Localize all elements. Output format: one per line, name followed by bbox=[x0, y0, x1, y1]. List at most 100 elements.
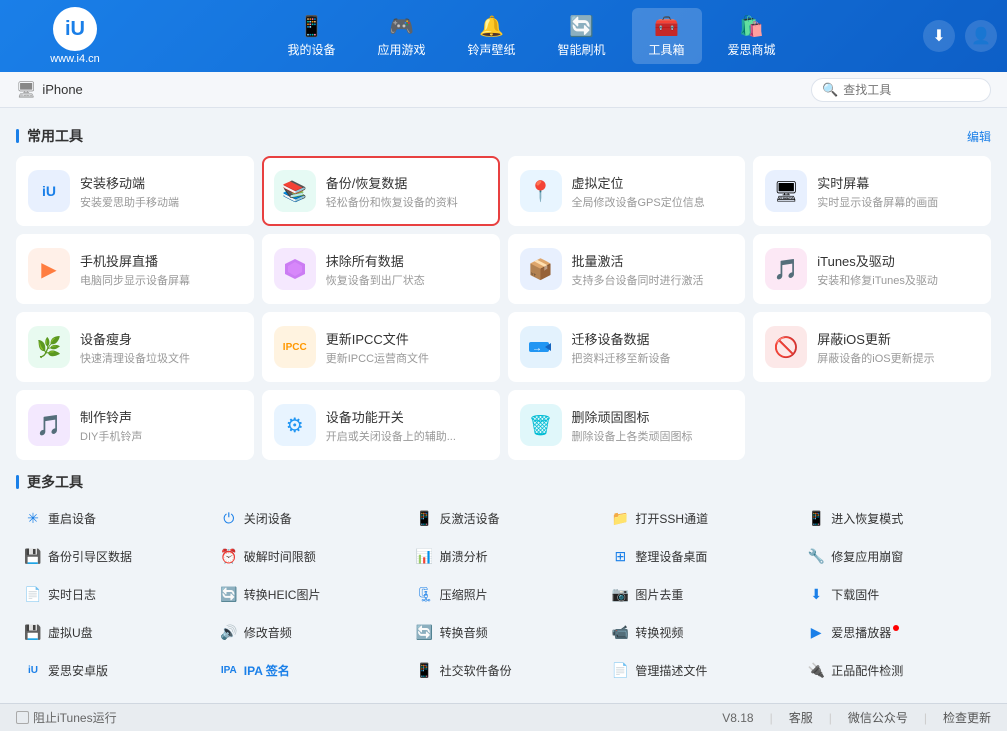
footer: 阻止iTunes运行 V8.18 | 客服 | 微信公众号 | 检查更新 bbox=[0, 703, 1007, 731]
tool-item-phone-mirror[interactable]: ▶ 手机投屏直播 电脑同步显示设备屏幕 bbox=[16, 234, 254, 304]
mini-icon-convert-heic: 🔄 bbox=[220, 585, 238, 603]
mini-tool-download-firmware[interactable]: ⬇ 下载固件 bbox=[799, 578, 991, 610]
customer-service-link[interactable]: 客服 bbox=[789, 709, 813, 726]
mini-tool-dedup-photo[interactable]: 📷 图片去重 bbox=[603, 578, 795, 610]
search-box[interactable]: 🔍 bbox=[811, 78, 991, 102]
tool-item-device-function[interactable]: ⚙ 设备功能开关 开启或关闭设备上的辅助... bbox=[262, 390, 500, 460]
mini-icon-shutdown: ⏻ bbox=[220, 509, 238, 527]
mini-label-aisi-android: 爱思安卓版 bbox=[48, 662, 108, 679]
mini-label-convert-audio: 转换音频 bbox=[440, 624, 488, 641]
tool-desc-itunes-driver: 安装和修复iTunes及驱动 bbox=[817, 272, 979, 288]
search-input[interactable] bbox=[843, 83, 983, 97]
block-itunes-checkbox[interactable] bbox=[16, 711, 29, 724]
mini-tool-ipa-sign[interactable]: IPA IPA 签名 bbox=[212, 654, 404, 686]
mini-tool-realtime-log[interactable]: 📄 实时日志 bbox=[16, 578, 208, 610]
mini-label-realtime-log: 实时日志 bbox=[48, 586, 96, 603]
nav-item-store[interactable]: 🛍️爱思商城 bbox=[712, 8, 792, 64]
check-update-link[interactable]: 检查更新 bbox=[943, 709, 991, 726]
tool-item-batch-activate[interactable]: 📦 批量激活 支持多台设备同时进行激活 bbox=[508, 234, 746, 304]
mini-tool-convert-heic[interactable]: 🔄 转换HEIC图片 bbox=[212, 578, 404, 610]
mini-tool-fix-app-crash[interactable]: 🔧 修复应用崩窗 bbox=[799, 540, 991, 572]
download-button[interactable]: ⬇ bbox=[923, 20, 955, 52]
mini-tool-genuine-check[interactable]: 🔌 正品配件检测 bbox=[799, 654, 991, 686]
mini-tool-virtual-udisk[interactable]: 💾 虚拟U盘 bbox=[16, 616, 208, 648]
user-button[interactable]: 👤 bbox=[965, 20, 997, 52]
nav-bar: 📱我的设备🎮应用游戏🔔铃声壁纸🔄智能刷机🧰工具箱🛍️爱思商城 bbox=[140, 8, 923, 64]
footer-left: 阻止iTunes运行 bbox=[16, 709, 117, 726]
toolbox-icon: 🧰 bbox=[654, 14, 679, 39]
mini-tool-modify-audio[interactable]: 🔊 修改音频 bbox=[212, 616, 404, 648]
divider1: | bbox=[770, 711, 773, 725]
nav-item-ringtones[interactable]: 🔔铃声壁纸 bbox=[451, 8, 531, 64]
tool-item-migrate-data[interactable]: → 迁移设备数据 把资料迁移至新设备 bbox=[508, 312, 746, 382]
mini-label-break-time: 破解时间限额 bbox=[244, 548, 316, 565]
edit-button[interactable]: 编辑 bbox=[967, 128, 991, 145]
tool-info-phone-mirror: 手机投屏直播 电脑同步显示设备屏幕 bbox=[80, 251, 242, 288]
mini-icon-aisi-android: iU bbox=[24, 661, 42, 679]
tool-desc-real-screen: 实时显示设备屏幕的画面 bbox=[817, 194, 979, 210]
tool-item-backup-restore[interactable]: 📚 备份/恢复数据 轻松备份和恢复设备的资料 bbox=[262, 156, 500, 226]
tool-name-phone-mirror: 手机投屏直播 bbox=[80, 251, 242, 270]
tool-item-block-ios-update[interactable]: 🚫 屏蔽iOS更新 屏蔽设备的iOS更新提示 bbox=[753, 312, 991, 382]
mini-tool-sort-desktop[interactable]: ⊞ 整理设备桌面 bbox=[603, 540, 795, 572]
tool-item-real-screen[interactable]: 🖥 实时屏幕 实时显示设备屏幕的画面 bbox=[753, 156, 991, 226]
tool-icon-install-app: iU bbox=[28, 170, 70, 212]
mini-tool-aisi-android[interactable]: iU 爱思安卓版 bbox=[16, 654, 208, 686]
tool-desc-backup-restore: 轻松备份和恢复设备的资料 bbox=[326, 194, 488, 210]
tool-item-delete-stubborn[interactable]: 🗑 删除顽固图标 删除设备上各类顽固图标 bbox=[508, 390, 746, 460]
tool-info-itunes-driver: iTunes及驱动 安装和修复iTunes及驱动 bbox=[817, 251, 979, 288]
mini-icon-break-time: ⏰ bbox=[220, 547, 238, 565]
tool-name-device-slim: 设备瘦身 bbox=[80, 329, 242, 348]
tool-desc-wipe-data: 恢复设备到出厂状态 bbox=[326, 272, 488, 288]
nav-item-my-device[interactable]: 📱我的设备 bbox=[271, 8, 351, 64]
tool-name-device-function: 设备功能开关 bbox=[326, 407, 488, 426]
tool-info-batch-activate: 批量激活 支持多台设备同时进行激活 bbox=[572, 251, 734, 288]
mini-icon-convert-audio: 🔄 bbox=[416, 623, 434, 641]
mini-tool-convert-audio[interactable]: 🔄 转换音频 bbox=[408, 616, 600, 648]
tool-icon-make-ringtone: 🎵 bbox=[28, 404, 70, 446]
common-tools-title: 常用工具 bbox=[16, 126, 83, 146]
wechat-link[interactable]: 微信公众号 bbox=[848, 709, 908, 726]
tool-desc-block-ios-update: 屏蔽设备的iOS更新提示 bbox=[817, 350, 979, 366]
main-content: 常用工具 编辑 iU 安装移动端 安装爱思助手移动端 📚 备份/恢复数据 轻松备… bbox=[0, 108, 1007, 703]
tool-name-itunes-driver: iTunes及驱动 bbox=[817, 251, 979, 270]
mini-tool-ssh[interactable]: 📁 打开SSH通道 bbox=[603, 502, 795, 534]
mini-tool-aisi-player[interactable]: ▶ 爱思播放器 bbox=[799, 616, 991, 648]
mini-tool-reboot[interactable]: ✳ 重启设备 bbox=[16, 502, 208, 534]
mini-icon-manage-profiles: 📄 bbox=[611, 661, 629, 679]
mini-tool-convert-video[interactable]: 📹 转换视频 bbox=[603, 616, 795, 648]
tool-item-install-app[interactable]: iU 安装移动端 安装爱思助手移动端 bbox=[16, 156, 254, 226]
mini-tool-social-backup[interactable]: 📱 社交软件备份 bbox=[408, 654, 600, 686]
mini-tool-deactivate[interactable]: 📱 反激活设备 bbox=[408, 502, 600, 534]
tool-item-itunes-driver[interactable]: 🎵 iTunes及驱动 安装和修复iTunes及驱动 bbox=[753, 234, 991, 304]
mini-tool-break-time[interactable]: ⏰ 破解时间限额 bbox=[212, 540, 404, 572]
tool-name-batch-activate: 批量激活 bbox=[572, 251, 734, 270]
mini-tool-manage-profiles[interactable]: 📄 管理描述文件 bbox=[603, 654, 795, 686]
mini-tool-backup-guide[interactable]: 💾 备份引导区数据 bbox=[16, 540, 208, 572]
logo-url: www.i4.cn bbox=[50, 53, 100, 65]
mini-icon-ipa-sign: IPA bbox=[220, 661, 238, 679]
tool-name-block-ios-update: 屏蔽iOS更新 bbox=[817, 329, 979, 348]
mini-tool-recovery[interactable]: 📱 进入恢复模式 bbox=[799, 502, 991, 534]
svg-text:→: → bbox=[532, 343, 542, 354]
nav-item-toolbox[interactable]: 🧰工具箱 bbox=[632, 8, 702, 64]
mini-tool-shutdown[interactable]: ⏻ 关闭设备 bbox=[212, 502, 404, 534]
nav-item-smart-flash[interactable]: 🔄智能刷机 bbox=[542, 8, 622, 64]
tool-item-make-ringtone[interactable]: 🎵 制作铃声 DIY手机铃声 bbox=[16, 390, 254, 460]
tool-name-virtual-location: 虚拟定位 bbox=[572, 173, 734, 192]
mini-tool-crash-analysis[interactable]: 📊 崩溃分析 bbox=[408, 540, 600, 572]
device-name: iPhone bbox=[42, 82, 82, 97]
mini-icon-realtime-log: 📄 bbox=[24, 585, 42, 603]
mini-icon-crash-analysis: 📊 bbox=[416, 547, 434, 565]
tool-desc-phone-mirror: 电脑同步显示设备屏幕 bbox=[80, 272, 242, 288]
tool-item-wipe-data[interactable]: 抹除所有数据 恢复设备到出厂状态 bbox=[262, 234, 500, 304]
tool-item-update-ipcc[interactable]: IPCC 更新IPCC文件 更新IPCC运营商文件 bbox=[262, 312, 500, 382]
nav-item-apps[interactable]: 🎮应用游戏 bbox=[361, 8, 441, 64]
tool-info-update-ipcc: 更新IPCC文件 更新IPCC运营商文件 bbox=[326, 329, 488, 366]
mini-tool-compress-photo[interactable]: 🗜 压缩照片 bbox=[408, 578, 600, 610]
mini-label-virtual-udisk: 虚拟U盘 bbox=[48, 624, 93, 641]
mini-label-convert-heic: 转换HEIC图片 bbox=[244, 586, 321, 603]
tool-item-device-slim[interactable]: 🌿 设备瘦身 快速清理设备垃圾文件 bbox=[16, 312, 254, 382]
tool-item-virtual-location[interactable]: 📍 虚拟定位 全局修改设备GPS定位信息 bbox=[508, 156, 746, 226]
tool-icon-real-screen: 🖥 bbox=[765, 170, 807, 212]
